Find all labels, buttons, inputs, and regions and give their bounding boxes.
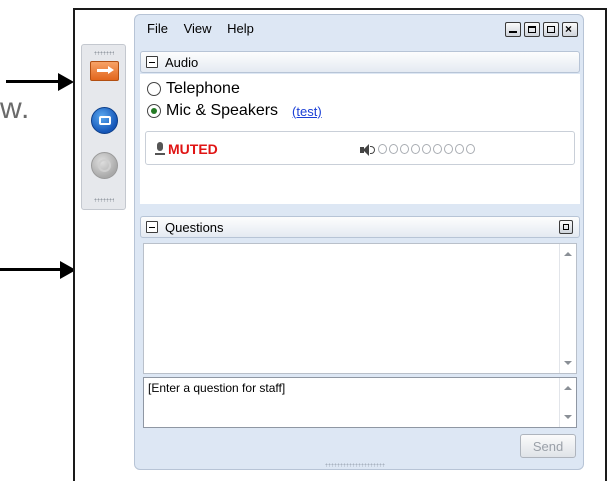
side-toolbar: [81, 44, 126, 210]
telephone-label: Telephone: [166, 80, 240, 97]
maximize-icon: [528, 26, 536, 33]
menu-view[interactable]: View: [184, 21, 212, 36]
window-controls: ×: [505, 22, 578, 37]
level-segment: [466, 144, 475, 154]
scroll-up-icon[interactable]: [564, 386, 572, 390]
test-link[interactable]: (test): [292, 104, 322, 119]
restore-button[interactable]: [543, 22, 559, 37]
scroll-down-icon[interactable]: [564, 415, 572, 419]
menu-help[interactable]: Help: [227, 21, 254, 36]
close-icon: ×: [565, 22, 573, 36]
level-segment: [433, 144, 442, 154]
scroll-up-icon[interactable]: [564, 252, 572, 256]
popout-icon: [563, 224, 569, 230]
panel-resize-grip[interactable]: [325, 463, 385, 467]
questions-title: Questions: [165, 220, 224, 235]
telephone-radio[interactable]: [147, 82, 161, 96]
fragment-text: w.: [0, 92, 31, 125]
blue-screen-icon[interactable]: [91, 107, 118, 134]
send-button[interactable]: Send: [520, 434, 576, 458]
microphone-icon: [154, 142, 166, 156]
level-segment: [455, 144, 464, 154]
level-segment: [444, 144, 453, 154]
telephone-option[interactable]: Telephone: [147, 80, 240, 98]
toolbar-grip-bottom[interactable]: [94, 198, 114, 202]
annotation-arrow-top: [6, 70, 74, 94]
questions-collapse-button[interactable]: [146, 221, 158, 233]
muted-status: MUTED: [168, 141, 218, 157]
question-input[interactable]: [148, 381, 553, 425]
minimize-icon: [509, 31, 517, 33]
annotation-arrow-bottom: [0, 258, 78, 282]
level-segment: [389, 144, 398, 154]
audio-status-box: MUTED: [145, 131, 575, 165]
gray-disabled-icon: [91, 152, 118, 179]
mic-speakers-radio[interactable]: [147, 104, 161, 118]
menu-file[interactable]: File: [147, 21, 168, 36]
question-input-scrollbar[interactable]: [559, 378, 576, 427]
mic-speakers-option[interactable]: Mic & Speakers (test): [147, 102, 322, 120]
volume-level-meter: [378, 144, 475, 154]
minimize-button[interactable]: [505, 22, 521, 37]
mic-speakers-label: Mic & Speakers: [166, 102, 279, 119]
question-input-box: [143, 377, 577, 428]
orange-arrow-icon[interactable]: [90, 61, 119, 81]
menu-bar: File View Help: [147, 21, 266, 36]
questions-log[interactable]: [143, 243, 577, 374]
toolbar-grip-top[interactable]: [94, 51, 114, 55]
scroll-down-icon[interactable]: [564, 361, 572, 365]
control-panel: File View Help × Audio Telephone Mic & S…: [134, 14, 584, 470]
minus-icon: [149, 226, 155, 228]
questions-log-scrollbar[interactable]: [559, 244, 576, 373]
questions-popout-button[interactable]: [559, 220, 573, 234]
close-button[interactable]: ×: [562, 22, 578, 37]
audio-section-header: Audio: [140, 51, 580, 73]
audio-title: Audio: [165, 55, 199, 70]
speaker-icon: [360, 144, 375, 156]
questions-section-header: Questions: [140, 216, 580, 238]
audio-collapse-button[interactable]: [146, 56, 158, 68]
level-segment: [422, 144, 431, 154]
level-segment: [378, 144, 387, 154]
level-segment: [411, 144, 420, 154]
audio-panel: Telephone Mic & Speakers (test) MUTED: [140, 74, 580, 204]
minus-icon: [149, 61, 155, 63]
maximize-button[interactable]: [524, 22, 540, 37]
level-segment: [400, 144, 409, 154]
restore-icon: [547, 26, 555, 33]
